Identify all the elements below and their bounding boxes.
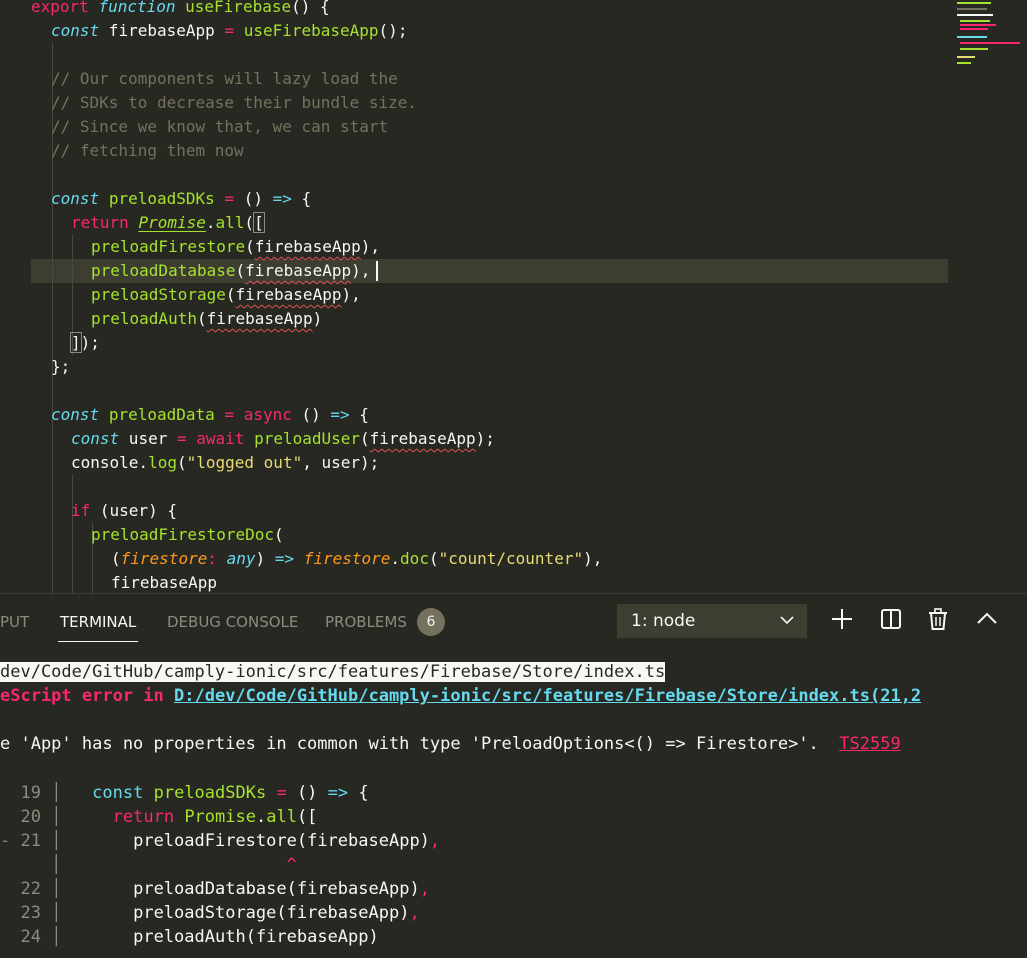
- code-comment: // fetching them now: [51, 141, 244, 160]
- error-message: e 'App' has no properties in common with…: [0, 734, 819, 754]
- code-line: preloadAuth(firebaseApp): [91, 309, 323, 328]
- add-icon[interactable]: [829, 606, 855, 632]
- code-comment: // Our components will lazy load the: [51, 69, 398, 88]
- terminal-select[interactable]: 1: node: [617, 604, 807, 638]
- code-comment: // SDKs to decrease their bundle size.: [51, 93, 418, 112]
- code-line: ]);: [70, 332, 100, 353]
- code-line: const preloadData = async () => {: [51, 405, 369, 424]
- code-comment: // Since we know that, we can start: [51, 117, 389, 136]
- snippet-line: 22 │ preloadDatabase(firebaseApp),: [20, 879, 430, 899]
- code-line: };: [51, 357, 71, 376]
- snippet-line: 20 │ return Promise.all([: [20, 807, 318, 827]
- code-line: preloadFirestore(firebaseApp),: [91, 237, 380, 256]
- tab-problems[interactable]: PROBLEMS: [325, 610, 407, 634]
- code-line: export function useFirebase() {: [31, 0, 330, 16]
- error-file-link[interactable]: D:/dev/Code/GitHub/camply-ionic/src/feat…: [174, 686, 921, 706]
- terminal-path-line: dev/Code/GitHub/camply-ionic/src/feature…: [0, 660, 666, 684]
- terminal-select-value: 1: node: [631, 611, 696, 631]
- code-line: preloadStorage(firebaseApp),: [91, 285, 361, 304]
- snippet-line: 23 │ preloadStorage(firebaseApp),: [20, 903, 420, 923]
- file-path: dev/Code/GitHub/camply-ionic/src/feature…: [0, 662, 666, 682]
- text-cursor: [376, 261, 378, 281]
- snippet-line: 19 │ const preloadSDKs = () => {: [20, 783, 369, 803]
- panel-tabs: PUT TERMINAL DEBUG CONSOLE PROBLEMS 6 1:…: [0, 594, 1027, 646]
- problems-count-badge: 6: [417, 608, 445, 636]
- terminal-message-line: e 'App' has no properties in common with…: [0, 732, 901, 756]
- code-line: if (user) {: [71, 501, 177, 520]
- code-editor[interactable]: export function useFirebase() { const fi…: [0, 0, 1027, 593]
- trash-icon[interactable]: [925, 606, 951, 632]
- code-line: return Promise.all([: [71, 212, 265, 233]
- error-code[interactable]: TS2559: [839, 734, 900, 754]
- terminal-error-line: eScript error in D:/dev/Code/GitHub/camp…: [0, 684, 921, 708]
- code-line: firebaseApp: [111, 573, 217, 592]
- chevron-down-icon: [779, 604, 795, 650]
- tab-debug-console[interactable]: DEBUG CONSOLE: [167, 610, 298, 634]
- code-line: const firebaseApp = useFirebaseApp();: [51, 21, 408, 40]
- snippet-line: 24 │ preloadAuth(firebaseApp): [20, 927, 379, 947]
- code-line: const preloadSDKs = () => {: [51, 189, 312, 208]
- bottom-panel: PUT TERMINAL DEBUG CONSOLE PROBLEMS 6 1:…: [0, 593, 1027, 958]
- tab-terminal[interactable]: TERMINAL: [60, 610, 136, 634]
- tab-output[interactable]: PUT: [0, 610, 29, 634]
- code-line: preloadFirestoreDoc(: [91, 525, 284, 544]
- snippet-caret-line: │ ^: [0, 855, 297, 875]
- split-icon[interactable]: [878, 606, 904, 632]
- error-prefix: eScript error in: [0, 686, 164, 706]
- active-tab-indicator: [58, 641, 138, 642]
- code-line: const user = await preloadUser(firebaseA…: [71, 429, 495, 448]
- chevron-up-icon[interactable]: [974, 606, 1000, 632]
- code-line: preloadDatabase(firebaseApp),: [91, 261, 371, 280]
- code-line: console.log("logged out", user);: [71, 453, 380, 472]
- minimap[interactable]: [952, 0, 1027, 70]
- indent-guide: [72, 475, 73, 593]
- code-line: (firestore: any) => firestore.doc("count…: [111, 549, 603, 568]
- snippet-line: - 21 │ preloadFirestore(firebaseApp),: [0, 831, 441, 851]
